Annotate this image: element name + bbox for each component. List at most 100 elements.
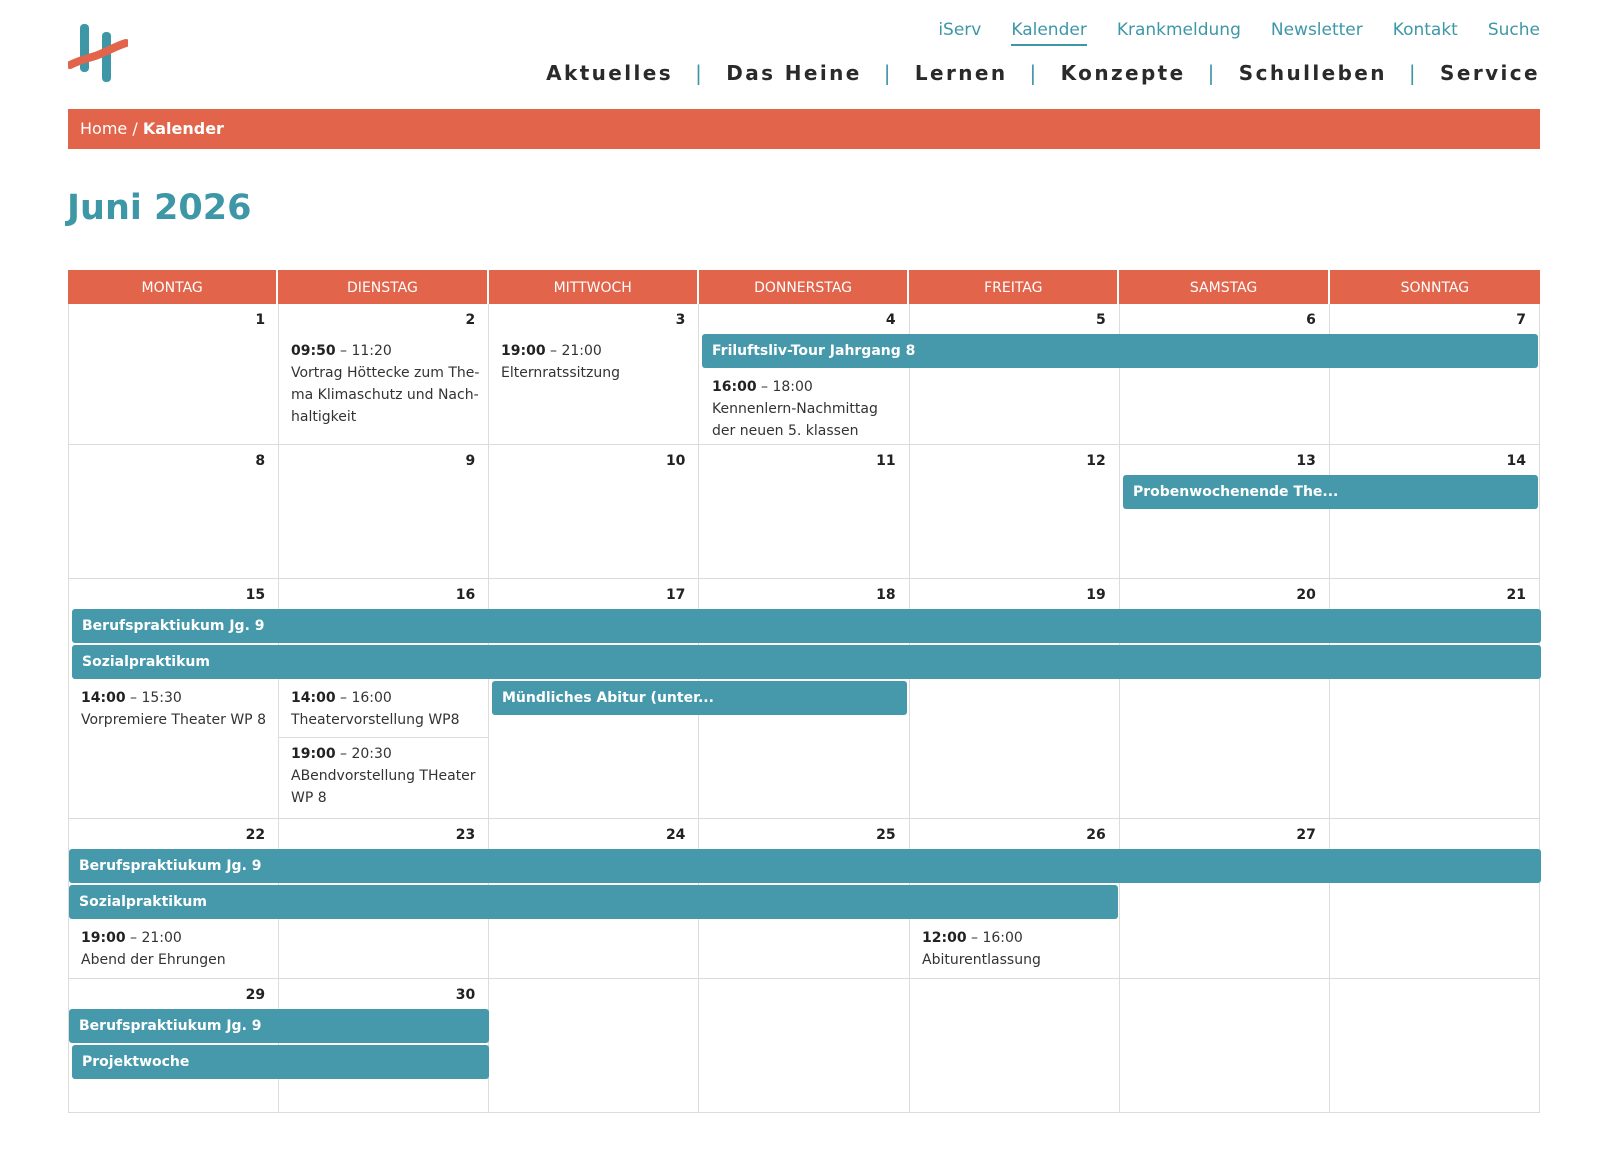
weekday-label: DONNERSTAG xyxy=(699,270,910,304)
day-number[interactable]: 22 xyxy=(69,819,279,847)
day-number[interactable]: 4 xyxy=(699,304,909,332)
nav-item-schulleben[interactable]: Schulleben xyxy=(1239,61,1387,85)
weekday-label: MONTAG xyxy=(68,270,279,304)
event-title: Vorpremiere Theater WP 8 xyxy=(81,712,266,728)
day-number[interactable]: 3 xyxy=(489,304,699,332)
top-link-newsletter[interactable]: Newsletter xyxy=(1271,20,1363,46)
event-start-time: 12:00 xyxy=(922,930,967,946)
top-link-krankmeldung[interactable]: Krankmeldung xyxy=(1117,20,1241,46)
day-number[interactable]: 24 xyxy=(489,819,699,847)
breadcrumb-separator: / xyxy=(127,119,143,138)
day-number[interactable]: 20 xyxy=(1120,579,1330,607)
top-navigation: iServ Kalender Krankmeldung Newsletter K… xyxy=(938,20,1540,46)
weekday-label: FREITAG xyxy=(909,270,1120,304)
calendar-event[interactable]: 19:00 – 21:00 Elternratssitzung xyxy=(501,340,691,384)
day-number[interactable]: 23 xyxy=(279,819,489,847)
weekday-label: SAMSTAG xyxy=(1119,270,1330,304)
nav-item-das-heine[interactable]: Das Heine xyxy=(726,61,862,85)
event-end-time: 21:00 xyxy=(141,930,182,946)
event-title: Vortrag Höttecke zum The- ma Klimaschutz… xyxy=(291,365,480,425)
breadcrumb: Home / Kalender xyxy=(68,109,1540,149)
day-number[interactable]: 11 xyxy=(699,445,909,473)
event-title: Kennenlern-Nachmittag der neuen 5. klass… xyxy=(712,401,878,439)
nav-separator: | xyxy=(1207,61,1217,85)
day-number[interactable]: 10 xyxy=(489,445,699,473)
day-number[interactable]: 17 xyxy=(489,579,699,607)
day-number[interactable]: 12 xyxy=(910,445,1120,473)
day-number[interactable]: 30 xyxy=(279,979,489,1007)
event-start-time: 19:00 xyxy=(81,930,126,946)
event-title: Abiturentlassung xyxy=(922,952,1041,968)
event-bar[interactable]: Projektwoche xyxy=(72,1045,489,1079)
school-logo-icon[interactable] xyxy=(68,22,128,84)
weekday-header: MONTAG DIENSTAG MITTWOCH DONNERSTAG FREI… xyxy=(68,270,1540,304)
day-number[interactable] xyxy=(699,979,909,1007)
day-number[interactable]: 29 xyxy=(69,979,279,1007)
day-number[interactable]: 1 xyxy=(69,304,279,332)
day-number[interactable]: 14 xyxy=(1330,445,1540,473)
day-number[interactable] xyxy=(1330,979,1540,1007)
breadcrumb-home[interactable]: Home xyxy=(80,119,127,138)
day-number[interactable]: 16 xyxy=(279,579,489,607)
day-number[interactable]: 18 xyxy=(699,579,909,607)
day-number[interactable]: 8 xyxy=(69,445,279,473)
weekday-label: SONNTAG xyxy=(1400,280,1470,296)
nav-separator: | xyxy=(1408,61,1419,85)
event-bar[interactable]: Probenwochenende The... xyxy=(1123,475,1538,509)
breadcrumb-current: Kalender xyxy=(142,119,224,138)
top-link-suche[interactable]: Suche xyxy=(1488,20,1540,46)
nav-item-lernen[interactable]: Lernen xyxy=(915,61,1008,85)
day-number[interactable]: 2 xyxy=(279,304,489,332)
day-number[interactable]: 13 xyxy=(1120,445,1330,473)
event-bar[interactable]: Berufspraktiukum Jg. 9 xyxy=(69,1009,489,1043)
event-end-time: 15:30 xyxy=(141,690,182,706)
top-link-kontakt[interactable]: Kontakt xyxy=(1393,20,1458,46)
event-bar[interactable]: Berufspraktiukum Jg. 9 xyxy=(69,849,1541,883)
event-title: Elternratssitzung xyxy=(501,365,620,381)
day-number[interactable]: 6 xyxy=(1120,304,1330,332)
day-number[interactable] xyxy=(1120,979,1330,1007)
top-link-kalender[interactable]: Kalender xyxy=(1011,20,1087,46)
day-number[interactable]: 27 xyxy=(1120,819,1330,847)
event-start-time: 09:50 xyxy=(291,343,336,359)
nav-item-service[interactable]: Service xyxy=(1440,61,1540,85)
weekday-label: DIENSTAG xyxy=(278,270,489,304)
calendar-event[interactable]: 09:50 – 11:20 Vortrag Höttecke zum The- … xyxy=(291,340,481,428)
day-number[interactable]: 9 xyxy=(279,445,489,473)
nav-item-konzepte[interactable]: Konzepte xyxy=(1061,61,1186,85)
calendar-event[interactable]: 12:00 – 16:00 Abiturentlassung xyxy=(922,927,1117,971)
page-title: Juni 2026 xyxy=(67,188,252,228)
day-number[interactable]: 26 xyxy=(910,819,1120,847)
top-link-iserv[interactable]: iServ xyxy=(938,20,981,46)
event-bar[interactable]: Sozialpraktikum xyxy=(69,885,1118,919)
day-number[interactable]: 7 xyxy=(1330,304,1540,332)
calendar-event[interactable]: 14:00 – 15:30 Vorpremiere Theater WP 8 xyxy=(81,687,276,731)
calendar-event[interactable]: 14:00 – 16:00 Theatervorstellung WP8 xyxy=(291,687,486,731)
month-calendar: MONTAG DIENSTAG MITTWOCH DONNERSTAG FREI… xyxy=(68,270,1541,1113)
calendar-week: 1 2 3 4 5 6 7 Friluftsliv-Tour Jahrgang … xyxy=(68,304,1540,445)
calendar-event[interactable]: 16:00 – 18:00 Kennenlern-Nachmittag der … xyxy=(712,376,902,442)
event-end-time: 16:00 xyxy=(351,690,392,706)
calendar-week: 15 16 17 18 19 20 21 Berufspraktiukum Jg… xyxy=(68,579,1541,819)
nav-separator: | xyxy=(883,61,893,85)
day-number[interactable]: 19 xyxy=(910,579,1120,607)
event-bar[interactable]: Mündliches Abitur (unter... xyxy=(492,681,907,715)
calendar-event[interactable]: 19:00 – 20:30 ABendvorstellung THeater W… xyxy=(291,743,486,809)
day-number[interactable] xyxy=(1330,819,1540,847)
day-number[interactable]: 15 xyxy=(69,579,279,607)
day-number[interactable] xyxy=(489,979,699,1007)
event-start-time: 14:00 xyxy=(81,690,126,706)
event-end-time: 18:00 xyxy=(772,379,813,395)
event-bar[interactable]: Berufspraktiukum Jg. 9 xyxy=(72,609,1541,643)
day-number[interactable] xyxy=(910,979,1120,1007)
calendar-week: 22 23 24 25 26 27 Berufspraktiukum Jg. 9… xyxy=(68,819,1541,979)
day-number[interactable]: 5 xyxy=(910,304,1120,332)
calendar-event[interactable]: 19:00 – 21:00 Abend der Ehrungen xyxy=(81,927,276,971)
event-bar[interactable]: Sozialpraktikum xyxy=(72,645,1541,679)
day-number[interactable]: 25 xyxy=(699,819,909,847)
nav-item-aktuelles[interactable]: Aktuelles xyxy=(546,61,673,85)
event-bar[interactable]: Friluftsliv-Tour Jahrgang 8 xyxy=(702,334,1538,368)
event-end-time: 16:00 xyxy=(982,930,1023,946)
day-number[interactable]: 21 xyxy=(1330,579,1540,607)
weekday-label: MITTWOCH xyxy=(489,270,699,304)
